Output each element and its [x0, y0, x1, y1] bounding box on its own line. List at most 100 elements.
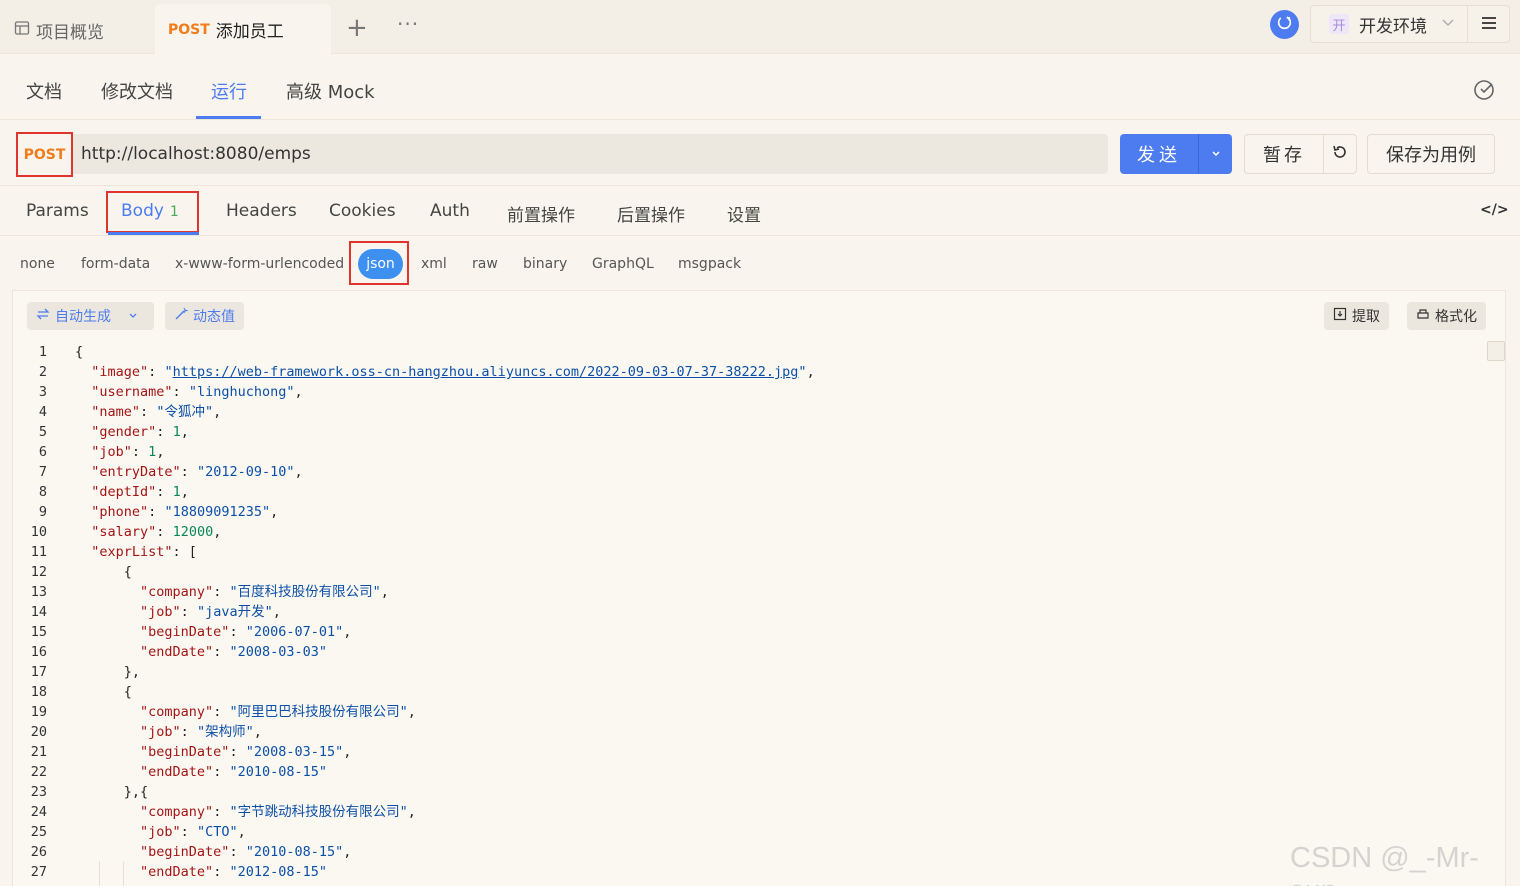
- subnav-advanced-mock[interactable]: 高级 Mock: [286, 78, 375, 104]
- line-number: 11: [30, 544, 47, 560]
- send-button[interactable]: 发送: [1120, 134, 1198, 174]
- line-content: "exprList": [: [91, 544, 197, 560]
- code-line: 20 "job": "架构师",: [13, 722, 1485, 742]
- type-json[interactable]: json: [358, 249, 403, 279]
- save-as-case-button[interactable]: 保存为用例: [1367, 134, 1495, 174]
- line-content: "endDate": "2012-08-15": [140, 864, 327, 880]
- send-dropdown-button[interactable]: [1198, 134, 1232, 174]
- reset-button[interactable]: [1323, 134, 1357, 174]
- dynamic-value-button[interactable]: 动态值: [165, 302, 244, 330]
- line-content: },: [75, 664, 141, 680]
- method-select[interactable]: POST: [16, 132, 73, 177]
- json-editor-panel: 自动生成 动态值 提取 格式化 1{2 "image": "https://we: [12, 290, 1506, 886]
- undo-icon: [1331, 143, 1349, 165]
- editor-toolbar: 自动生成 动态值 提取 格式化: [13, 291, 1505, 341]
- line-content: "entryDate": "2012-09-10",: [91, 464, 303, 480]
- watermark: CSDN @_-Mr-sun: [1290, 842, 1479, 886]
- extract-label: 提取: [1352, 309, 1380, 325]
- type-msgpack[interactable]: msgpack: [678, 256, 741, 272]
- line-number: 14: [30, 604, 47, 620]
- type-binary[interactable]: binary: [523, 256, 567, 272]
- tab-project-overview[interactable]: 项目概览: [14, 18, 104, 43]
- extract-button[interactable]: 提取: [1324, 302, 1389, 330]
- format-label: 格式化: [1435, 309, 1477, 325]
- subnav-run[interactable]: 运行: [211, 78, 247, 104]
- code-area[interactable]: 1{2 "image": "https://web-framework.oss-…: [13, 342, 1485, 882]
- overview-icon: [14, 20, 30, 41]
- code-line: 14 "job": "java开发",: [13, 602, 1485, 622]
- line-number: 1: [38, 344, 47, 360]
- environment-select[interactable]: 开 开发环境: [1310, 5, 1468, 43]
- line-number: 22: [30, 764, 47, 780]
- save-draft-button[interactable]: 暂存: [1244, 134, 1324, 174]
- more-tabs-button[interactable]: ···: [397, 12, 419, 36]
- feedback-icon[interactable]: [1473, 78, 1497, 106]
- code-line: 1{: [13, 342, 1485, 362]
- line-content: "phone": "18809091235",: [91, 504, 279, 520]
- type-form-data[interactable]: form-data: [81, 256, 150, 272]
- tab-pre-request[interactable]: 前置操作: [507, 201, 575, 226]
- code-line: 13 "company": "百度科技股份有限公司",: [13, 582, 1485, 602]
- dynamic-value-label: 动态值: [193, 309, 235, 325]
- tab-add-employee[interactable]: POST 添加员工: [155, 4, 331, 55]
- code-line: 27 "endDate": "2012-08-15": [13, 862, 1485, 882]
- line-content: "image": "https://web-framework.oss-cn-h…: [91, 364, 815, 380]
- type-raw[interactable]: raw: [472, 256, 498, 272]
- body-active-underline: [108, 232, 199, 235]
- add-tab-button[interactable]: +: [346, 14, 368, 42]
- line-number: 18: [30, 684, 47, 700]
- line-content: "gender": 1,: [91, 424, 189, 440]
- tab-auth[interactable]: Auth: [430, 201, 470, 221]
- code-line: 22 "endDate": "2010-08-15": [13, 762, 1485, 782]
- tab-cookies[interactable]: Cookies: [329, 201, 396, 221]
- line-number: 5: [38, 424, 47, 440]
- chevron-down-icon: [128, 308, 138, 324]
- body-count-badge: 1: [169, 204, 179, 220]
- tab-body[interactable]: Body 1: [121, 201, 179, 221]
- line-content: "endDate": "2010-08-15": [140, 764, 327, 780]
- line-number: 7: [38, 464, 47, 480]
- code-line: 19 "company": "阿里巴巴科技股份有限公司",: [13, 702, 1485, 722]
- request-tabs: Params Body 1 Headers Cookies Auth 前置操作 后…: [0, 186, 1520, 236]
- code-line: 15 "beginDate": "2006-07-01",: [13, 622, 1485, 642]
- magic-wand-icon: [174, 307, 189, 325]
- tab-settings[interactable]: 设置: [727, 201, 761, 226]
- line-number: 9: [38, 504, 47, 520]
- type-urlencoded[interactable]: x-www-form-urlencoded: [175, 256, 344, 272]
- code-line: 3 "username": "linghuchong",: [13, 382, 1485, 402]
- format-icon: [1416, 307, 1430, 325]
- subnav-doc[interactable]: 文档: [26, 78, 62, 104]
- tab-params[interactable]: Params: [26, 201, 89, 221]
- line-number: 6: [38, 444, 47, 460]
- type-none[interactable]: none: [20, 256, 55, 272]
- code-line: 9 "phone": "18809091235",: [13, 502, 1485, 522]
- subnav-edit-doc[interactable]: 修改文档: [101, 78, 173, 104]
- editor-scrollbar[interactable]: [1487, 341, 1505, 361]
- code-line: 7 "entryDate": "2012-09-10",: [13, 462, 1485, 482]
- code-line: 23 },{: [13, 782, 1485, 802]
- tab-headers[interactable]: Headers: [226, 201, 297, 221]
- line-number: 27: [30, 864, 47, 880]
- code-line: 5 "gender": 1,: [13, 422, 1485, 442]
- url-input[interactable]: http://localhost:8080/emps: [73, 134, 1108, 174]
- code-line: 18 {: [13, 682, 1485, 702]
- type-xml[interactable]: xml: [421, 256, 447, 272]
- code-line: 8 "deptId": 1,: [13, 482, 1485, 502]
- line-content: "company": "百度科技股份有限公司",: [140, 584, 389, 600]
- menu-button[interactable]: [1468, 5, 1510, 43]
- line-number: 12: [30, 564, 47, 580]
- line-number: 2: [38, 364, 47, 380]
- line-content: "job": "架构师",: [140, 724, 262, 740]
- code-line: 4 "name": "令狐冲",: [13, 402, 1485, 422]
- line-content: {: [75, 684, 132, 700]
- line-number: 16: [30, 644, 47, 660]
- type-graphql[interactable]: GraphQL: [592, 256, 654, 272]
- line-number: 24: [30, 804, 47, 820]
- line-content: "username": "linghuchong",: [91, 384, 303, 400]
- auto-generate-button[interactable]: 自动生成: [27, 302, 154, 330]
- sync-button[interactable]: [1270, 10, 1299, 39]
- line-number: 20: [30, 724, 47, 740]
- code-view-icon[interactable]: </>: [1480, 202, 1509, 218]
- format-button[interactable]: 格式化: [1407, 302, 1486, 330]
- tab-post-request[interactable]: 后置操作: [617, 201, 685, 226]
